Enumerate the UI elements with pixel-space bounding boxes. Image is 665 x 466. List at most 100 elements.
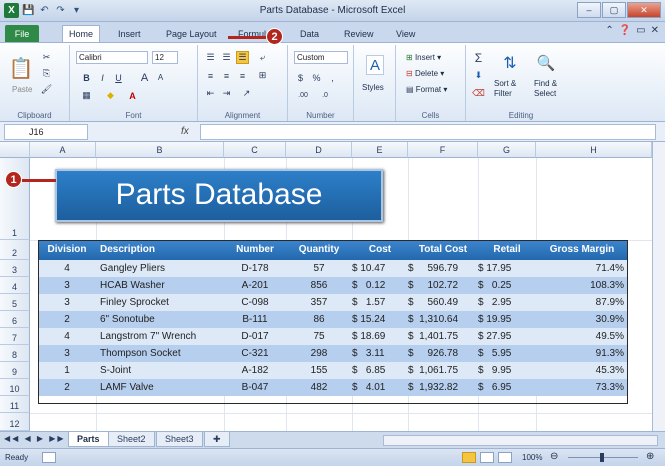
tab-review[interactable]: Review bbox=[338, 25, 380, 42]
row-header-3[interactable]: 3 bbox=[0, 260, 30, 277]
table-cell[interactable]: 4 bbox=[38, 328, 96, 345]
zoom-level[interactable]: 100% bbox=[522, 453, 542, 462]
row-header-12[interactable]: 12 bbox=[0, 413, 30, 431]
table-cell[interactable]: Thompson Socket bbox=[96, 345, 224, 362]
table-cell[interactable]: $ 6.95 bbox=[478, 379, 536, 396]
row-header-9[interactable]: 9 bbox=[0, 362, 30, 379]
table-cell[interactable]: D-178 bbox=[224, 260, 286, 277]
table-cell[interactable]: 357 bbox=[286, 294, 352, 311]
tab-home[interactable]: Home bbox=[62, 25, 101, 42]
top-align-icon[interactable]: ☰ bbox=[204, 51, 217, 64]
row-header-11[interactable]: 11 bbox=[0, 396, 30, 413]
styles-icon[interactable]: A bbox=[366, 55, 384, 75]
close-workbook-icon[interactable]: ✕ bbox=[651, 25, 659, 36]
fill-color-icon[interactable]: ◆ bbox=[104, 89, 117, 102]
format-painter-icon[interactable]: 🖌 bbox=[40, 83, 53, 96]
table-cell[interactable]: LAMF Valve bbox=[96, 379, 224, 396]
column-header-h[interactable]: H bbox=[536, 142, 652, 158]
page-layout-view-icon[interactable] bbox=[480, 452, 494, 463]
horizontal-scrollbar[interactable] bbox=[383, 435, 658, 446]
table-cell[interactable]: $ 596.79 bbox=[408, 260, 478, 277]
row-header-2[interactable]: 2 bbox=[0, 240, 30, 260]
zoom-in-icon[interactable]: ⊕ bbox=[646, 451, 654, 462]
table-cell[interactable]: $ 1,932.82 bbox=[408, 379, 478, 396]
header-retail[interactable]: Retail bbox=[478, 240, 536, 260]
table-cell[interactable]: B-111 bbox=[224, 311, 286, 328]
font-color-icon[interactable]: A bbox=[126, 89, 139, 102]
column-header-a[interactable]: A bbox=[30, 142, 96, 158]
cut-icon[interactable]: ✂ bbox=[40, 51, 53, 64]
header-quantity[interactable]: Quantity bbox=[286, 240, 352, 260]
bold-button[interactable]: B bbox=[80, 71, 93, 84]
bottom-align-icon[interactable]: ☰ bbox=[236, 51, 249, 64]
find-select-icon[interactable]: 🔍 bbox=[536, 53, 556, 73]
table-cell[interactable]: $ 0.12 bbox=[352, 277, 408, 294]
table-cell[interactable]: $ 17.95 bbox=[478, 260, 536, 277]
column-header-f[interactable]: F bbox=[408, 142, 478, 158]
table-cell[interactable]: $ 1,310.64 bbox=[408, 311, 478, 328]
row-header-7[interactable]: 7 bbox=[0, 328, 30, 345]
tab-page-layout[interactable]: Page Layout bbox=[160, 25, 223, 42]
table-cell[interactable]: $ 1.57 bbox=[352, 294, 408, 311]
table-cell[interactable]: 73.3% bbox=[536, 379, 628, 396]
table-cell[interactable]: $ 27.95 bbox=[478, 328, 536, 345]
table-cell[interactable]: 3 bbox=[38, 294, 96, 311]
table-cell[interactable]: $ 9.95 bbox=[478, 362, 536, 379]
zoom-slider-thumb[interactable] bbox=[600, 453, 604, 462]
table-cell[interactable]: 86 bbox=[286, 311, 352, 328]
table-cell[interactable]: $ 2.95 bbox=[478, 294, 536, 311]
table-cell[interactable]: 3 bbox=[38, 277, 96, 294]
middle-align-icon[interactable]: ☰ bbox=[220, 51, 233, 64]
row-header-4[interactable]: 4 bbox=[0, 277, 30, 294]
decrease-decimal-button[interactable]: .0 bbox=[316, 89, 334, 102]
percent-button[interactable]: % bbox=[310, 71, 323, 84]
wrap-text-icon[interactable]: ⤶ bbox=[256, 51, 269, 64]
decrease-indent-icon[interactable]: ⇤ bbox=[204, 87, 217, 100]
row-header-10[interactable]: 10 bbox=[0, 379, 30, 396]
italic-button[interactable]: I bbox=[96, 71, 109, 84]
currency-button[interactable]: $ bbox=[294, 71, 307, 84]
header-number[interactable]: Number bbox=[224, 240, 286, 260]
format-cells-button[interactable]: ▤ Format ▾ bbox=[406, 85, 447, 94]
table-cell[interactable]: $ 4.01 bbox=[352, 379, 408, 396]
insert-cells-button[interactable]: ⊞ Insert ▾ bbox=[406, 53, 441, 62]
delete-cells-button[interactable]: ⊟ Delete ▾ bbox=[406, 69, 444, 78]
center-icon[interactable]: ≡ bbox=[220, 69, 233, 82]
autosum-button[interactable]: Σ bbox=[472, 51, 485, 65]
table-cell[interactable]: 87.9% bbox=[536, 294, 628, 311]
table-cell[interactable]: 155 bbox=[286, 362, 352, 379]
insert-function-icon[interactable]: fx bbox=[181, 126, 189, 137]
table-cell[interactable]: 45.3% bbox=[536, 362, 628, 379]
tab-data[interactable]: Data bbox=[294, 25, 325, 42]
row-header-5[interactable]: 5 bbox=[0, 294, 30, 311]
increase-indent-icon[interactable]: ⇥ bbox=[220, 87, 233, 100]
table-cell[interactable]: Langstrom 7" Wrench bbox=[96, 328, 224, 345]
column-header-b[interactable]: B bbox=[96, 142, 224, 158]
align-right-icon[interactable]: ≡ bbox=[236, 69, 249, 82]
tab-insert[interactable]: Insert bbox=[112, 25, 147, 42]
header-gross-margin[interactable]: Gross Margin bbox=[536, 240, 628, 260]
normal-view-icon[interactable] bbox=[462, 452, 476, 463]
row-header-6[interactable]: 6 bbox=[0, 311, 30, 328]
page-break-view-icon[interactable] bbox=[498, 452, 512, 463]
table-cell[interactable]: $ 10.47 bbox=[352, 260, 408, 277]
underline-button[interactable]: U bbox=[112, 71, 125, 84]
table-cell[interactable]: 71.4% bbox=[536, 260, 628, 277]
name-box[interactable]: J16 bbox=[4, 124, 88, 140]
table-cell[interactable]: 3 bbox=[38, 345, 96, 362]
table-cell[interactable]: $ 1,401.75 bbox=[408, 328, 478, 345]
table-cell[interactable]: $ 18.69 bbox=[352, 328, 408, 345]
table-cell[interactable]: 298 bbox=[286, 345, 352, 362]
sort-filter-label[interactable]: Sort & bbox=[494, 79, 516, 88]
minimize-button[interactable]: – bbox=[577, 2, 601, 18]
paste-label[interactable]: Paste bbox=[12, 85, 32, 94]
column-header-e[interactable]: E bbox=[352, 142, 408, 158]
table-cell[interactable]: 4 bbox=[38, 260, 96, 277]
fill-icon[interactable]: ⬇ bbox=[472, 69, 485, 82]
orientation-icon[interactable]: ↗ bbox=[240, 87, 253, 100]
table-cell[interactable]: 91.3% bbox=[536, 345, 628, 362]
sheet-tab-parts[interactable]: Parts bbox=[68, 432, 109, 447]
maximize-button[interactable]: ▢ bbox=[602, 2, 626, 18]
help-icon[interactable]: ❓ bbox=[619, 25, 631, 36]
table-cell[interactable]: 482 bbox=[286, 379, 352, 396]
